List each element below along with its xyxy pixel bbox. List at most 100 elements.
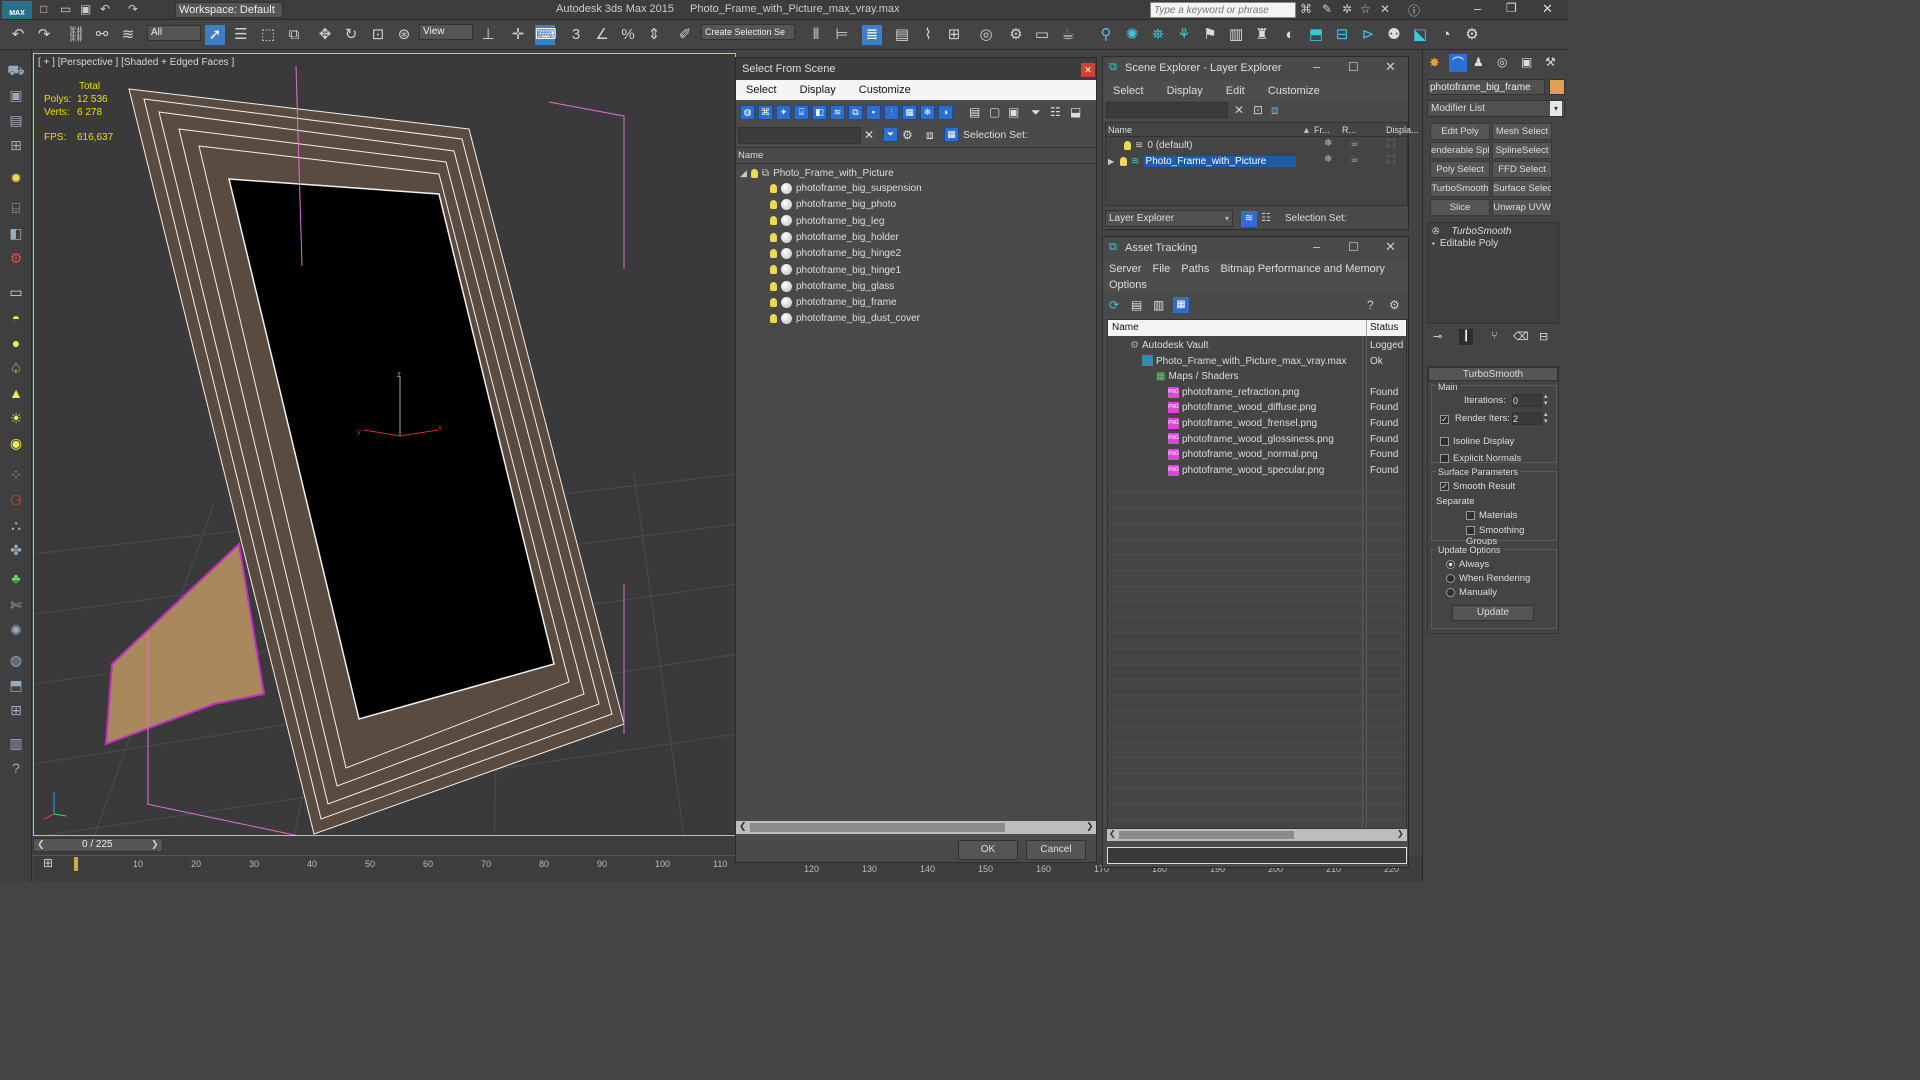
gear-icon[interactable]: ✲ xyxy=(1342,2,1352,16)
x-icon[interactable]: ✕ xyxy=(1380,2,1390,16)
move-icon[interactable]: ✥ xyxy=(315,25,335,45)
display-icon[interactable]: ⬚ xyxy=(1386,154,1395,165)
at-menu-bitmap[interactable]: Bitmap Performance and Memory xyxy=(1220,263,1384,275)
at-path-field[interactable] xyxy=(1107,847,1407,864)
light-bulb-icon[interactable] xyxy=(1120,156,1128,166)
cone-icon[interactable]: ♤ xyxy=(6,358,26,378)
cancel-button[interactable]: Cancel xyxy=(1026,840,1086,860)
workspace-dropdown[interactable]: Workspace: Default xyxy=(175,2,283,18)
at-menu-file[interactable]: File xyxy=(1152,263,1170,275)
vray-fur-icon[interactable]: ⚑ xyxy=(1200,25,1220,45)
materials-checkbox[interactable]: Materials xyxy=(1466,510,1518,521)
smoothing-groups-checkbox[interactable]: Smoothing Groups xyxy=(1466,525,1556,547)
explicit-normals-checkbox[interactable]: Explicit Normals xyxy=(1440,453,1521,464)
configure-sets-icon[interactable]: ⊟ xyxy=(1539,330,1548,343)
filter-helpers-icon[interactable]: ◧ xyxy=(812,105,827,120)
close-icon[interactable]: ✕ xyxy=(1542,1,1553,17)
scene-object-row[interactable]: photoframe_big_glass xyxy=(770,279,1092,295)
vray-lightlister-icon[interactable]: ⚙ xyxy=(1462,25,1482,45)
select-manipulate-icon[interactable]: ✛ xyxy=(508,25,528,45)
filter-frozen-icon[interactable]: ❄ xyxy=(920,105,935,120)
at-scroll-left-icon[interactable]: ❮ xyxy=(1109,829,1116,838)
filter-groups-icon[interactable]: ⧉ xyxy=(848,105,863,120)
scene-object-row[interactable]: photoframe_big_suspension xyxy=(770,181,1092,197)
cloth-icon[interactable]: ✺ xyxy=(6,620,26,640)
at-scroll-thumb[interactable] xyxy=(1119,831,1294,839)
asset-row[interactable]: ⚙ Autodesk Vault Logged xyxy=(1108,338,1406,354)
se-find-input[interactable] xyxy=(1106,102,1228,118)
modifier-button[interactable]: FFD Select xyxy=(1492,161,1552,178)
render-icon[interactable]: ☕ xyxy=(1058,25,1078,45)
image-icon[interactable]: ▣ xyxy=(6,85,26,105)
vray-ies-icon[interactable]: ◔ xyxy=(1436,25,1456,45)
light-bulb-icon[interactable] xyxy=(770,183,777,193)
at-horizontal-scrollbar[interactable]: ❮ ❯ xyxy=(1107,829,1407,841)
camera-icon[interactable]: ⌸ xyxy=(6,198,26,218)
vray-sphere-icon[interactable]: ♜ xyxy=(1252,25,1272,45)
filter-shapes-icon[interactable]: ⌘ xyxy=(758,105,773,120)
filter-lights-icon[interactable]: ✦ xyxy=(776,105,791,120)
display-tab-icon[interactable]: ▣ xyxy=(1521,55,1532,69)
sphere-icon[interactable]: ● xyxy=(6,333,26,353)
vray-plane-icon[interactable]: ▥ xyxy=(1226,25,1246,45)
open-icon[interactable]: ▭ xyxy=(60,2,71,16)
layer-list[interactable]: Name ▲ Fr... R... Displa... ≋ 0 (default)… xyxy=(1105,122,1419,206)
modifier-button[interactable]: enderable Splir xyxy=(1430,142,1490,159)
update-button[interactable]: Update xyxy=(1452,605,1534,621)
edit-named-selection-icon[interactable]: ✐ xyxy=(675,25,695,45)
asset-row[interactable]: PNG photoframe_wood_specular.png Found xyxy=(1108,463,1406,479)
select-from-scene-title[interactable]: Select From Scene xyxy=(736,58,1096,80)
hemisphere-icon[interactable]: ◓ xyxy=(6,308,26,328)
vray-mtl-icon[interactable]: ⊟ xyxy=(1332,25,1352,45)
name-column-header[interactable]: Name xyxy=(736,148,1096,164)
at-minimize-icon[interactable]: – xyxy=(1313,239,1320,254)
prev-frame-icon[interactable]: ❮ xyxy=(37,839,45,850)
material-editor-icon[interactable]: ◎ xyxy=(976,25,996,45)
find-input[interactable] xyxy=(738,127,861,144)
filter-xrefs-icon[interactable]: ▪ xyxy=(866,105,881,120)
link-icon[interactable]: ⛓ xyxy=(66,25,86,45)
modifier-bulb-icon[interactable]: ✇ xyxy=(1432,226,1440,236)
object-list[interactable]: Name ◢ ⧉ Photo_Frame_with_Picture photofra… xyxy=(736,147,1096,823)
layer-manager-icon[interactable]: ≣ xyxy=(862,25,882,45)
se-minimize-icon[interactable]: – xyxy=(1313,59,1320,74)
create-tab-icon[interactable]: ✸ xyxy=(1429,55,1440,71)
at-menu-paths[interactable]: Paths xyxy=(1181,263,1209,275)
light-bulb-icon[interactable] xyxy=(770,232,777,242)
asset-table[interactable]: Name Status ⚙ Autodesk Vault Logged Photo_F… xyxy=(1107,319,1407,829)
freeze-icon[interactable]: ❄ xyxy=(1324,138,1332,149)
manually-radio[interactable]: Manually xyxy=(1446,587,1497,598)
horizontal-scrollbar[interactable]: ❮ ❯ xyxy=(736,821,1096,834)
reference-coord-dropdown[interactable]: View xyxy=(419,24,473,40)
stack-item-editable-poly[interactable]: ▪ Editable Poly xyxy=(1428,236,1558,252)
asset-row[interactable]: ▦ Maps / Shaders xyxy=(1108,369,1406,385)
render-setup-icon[interactable]: ⚙ xyxy=(1006,25,1026,45)
menu-display[interactable]: Display xyxy=(800,84,836,96)
pin-stack-icon[interactable]: ⊸ xyxy=(1433,330,1442,343)
perspective-viewport[interactable]: [ + ] [Perspective ] [Shaded + Edged Fac… xyxy=(33,53,736,836)
sun-icon[interactable]: ✺ xyxy=(1122,25,1142,45)
star-icon[interactable]: ☆ xyxy=(1360,2,1371,16)
dialog-close-icon[interactable]: ✕ xyxy=(1081,63,1095,77)
at-close-icon[interactable]: ✕ xyxy=(1385,239,1396,255)
light-bulb-icon[interactable] xyxy=(1124,140,1131,150)
display-none-icon[interactable]: ▢ xyxy=(989,105,1000,119)
se-menu-customize[interactable]: Customize xyxy=(1268,85,1320,97)
scene-object-row[interactable]: photoframe_big_dust_cover xyxy=(770,311,1092,327)
asset-row[interactable]: PNG photoframe_wood_glossiness.png Found xyxy=(1108,432,1406,448)
scene-object-row[interactable]: photoframe_big_hinge1 xyxy=(770,263,1092,279)
collapse-arrow-icon[interactable]: ◢ xyxy=(740,168,747,178)
light-bulb-icon[interactable] xyxy=(770,265,777,275)
modifier-button[interactable]: Slice xyxy=(1430,199,1490,216)
rotate-icon[interactable]: ↻ xyxy=(341,25,361,45)
filter-containers-icon[interactable]: ▦ xyxy=(902,105,917,120)
vray-icon[interactable]: ⛯ xyxy=(1148,25,1168,45)
modifier-button[interactable]: TurboSmooth xyxy=(1430,180,1490,197)
asset-tracking-title[interactable]: Asset Tracking xyxy=(1103,237,1408,259)
new-icon[interactable]: □ xyxy=(40,2,47,16)
se-menu-select[interactable]: Select xyxy=(1113,85,1144,97)
at-menu-options[interactable]: Options xyxy=(1109,279,1147,291)
at-col-status[interactable]: Status xyxy=(1370,320,1398,336)
layers-stack-icon[interactable]: ⧈ xyxy=(926,128,934,143)
clear-find-icon[interactable]: ✕ xyxy=(864,128,874,142)
